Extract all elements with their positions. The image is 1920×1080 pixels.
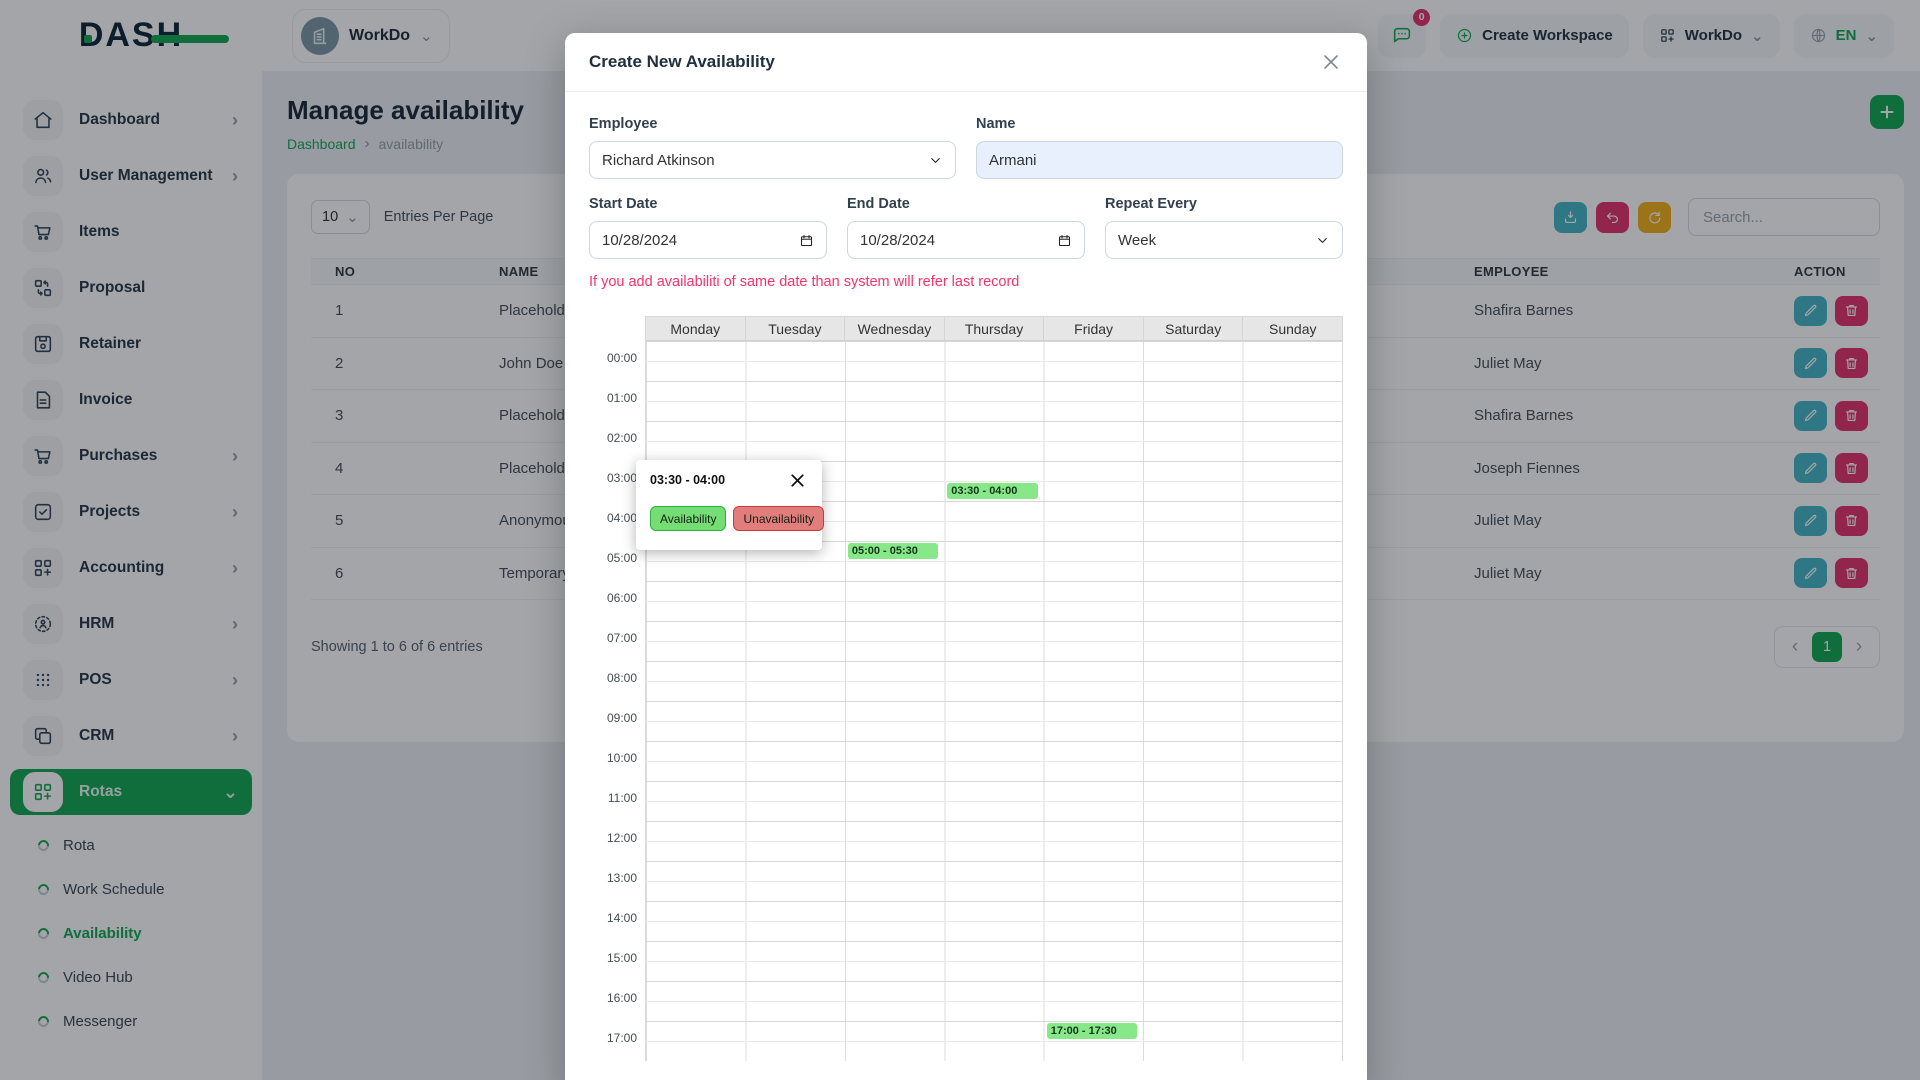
availability-calendar: 00:00 01:00 02:00 03:00 04:00 05:00 06:00 07:00…	[589, 316, 1343, 1061]
time-axis-label: 12:00	[589, 831, 637, 845]
calendar-day-headers: MondayTuesdayWednesdayThursdayFridaySatu…	[646, 317, 1342, 341]
name-input[interactable]: Armani	[976, 141, 1343, 179]
day-header-wednesday: Wednesday	[844, 317, 944, 340]
time-axis-label: 00:00	[589, 351, 637, 365]
end-date-label: End Date	[847, 196, 1085, 212]
employee-select[interactable]: Richard Atkinson	[589, 141, 956, 179]
repeat-every-select[interactable]: Week	[1105, 221, 1343, 259]
app-root: DASH WorkDo ⌄ 0 Create Workspace	[0, 0, 1920, 1080]
day-header-sunday: Sunday	[1242, 317, 1342, 340]
availability-button[interactable]: Availability	[650, 506, 726, 531]
popup-time-range: 03:30 - 04:00	[650, 473, 725, 487]
time-axis-label: 04:00	[589, 511, 637, 525]
time-axis-label: 07:00	[589, 631, 637, 645]
day-header-friday: Friday	[1043, 317, 1143, 340]
time-axis-label: 08:00	[589, 671, 637, 685]
create-availability-modal: Create New Availability Employee Richard…	[565, 33, 1367, 1080]
calendar-icon	[1057, 233, 1072, 248]
modal-close-button[interactable]	[1319, 50, 1343, 74]
calendar-event-chip[interactable]: 17:00 - 17:30	[1047, 1023, 1137, 1039]
time-axis-label: 06:00	[589, 591, 637, 605]
time-axis-label: 11:00	[589, 791, 637, 805]
start-date-input[interactable]: 10/28/2024	[589, 221, 827, 259]
slot-action-popup: 03:30 - 04:00 Availability Unavailabilit…	[636, 460, 822, 550]
name-input-value: Armani	[989, 152, 1037, 169]
chevron-down-icon	[928, 153, 943, 168]
employee-label: Employee	[589, 116, 956, 132]
calendar-time-axis: 00:00 01:00 02:00 03:00 04:00 05:00 06:00 07:00…	[589, 316, 645, 1061]
repeat-every-label: Repeat Every	[1105, 196, 1343, 212]
time-axis-label: 17:00	[589, 1031, 637, 1045]
time-axis-label: 03:00	[589, 471, 637, 485]
day-header-thursday: Thursday	[944, 317, 1044, 340]
start-date-label: Start Date	[589, 196, 827, 212]
day-header-tuesday: Tuesday	[745, 317, 845, 340]
time-axis-label: 13:00	[589, 871, 637, 885]
popup-close-icon[interactable]	[787, 470, 808, 491]
time-axis-label: 16:00	[589, 991, 637, 1005]
calendar-event-chip[interactable]: 05:00 - 05:30	[848, 543, 938, 559]
day-header-monday: Monday	[646, 317, 745, 340]
calendar-icon	[799, 233, 814, 248]
time-axis-label: 02:00	[589, 431, 637, 445]
modal-header: Create New Availability	[565, 33, 1367, 92]
end-date-value: 10/28/2024	[860, 232, 935, 249]
start-date-value: 10/28/2024	[602, 232, 677, 249]
time-axis-label: 05:00	[589, 551, 637, 565]
time-axis-label: 15:00	[589, 951, 637, 965]
repeat-every-value: Week	[1118, 232, 1156, 249]
same-date-warning: If you add availabiliti of same date tha…	[589, 274, 1343, 290]
time-axis-label: 09:00	[589, 711, 637, 725]
day-header-saturday: Saturday	[1143, 317, 1243, 340]
time-axis-label: 10:00	[589, 751, 637, 765]
name-label: Name	[976, 116, 1343, 132]
calendar-days: MondayTuesdayWednesdayThursdayFridaySatu…	[645, 316, 1343, 1061]
modal-body: Employee Richard Atkinson Name Armani St…	[565, 92, 1367, 1080]
calendar-event-chip[interactable]: 03:30 - 04:00	[947, 483, 1037, 499]
time-axis-label: 01:00	[589, 391, 637, 405]
employee-selected-value: Richard Atkinson	[602, 152, 715, 169]
time-axis-label: 14:00	[589, 911, 637, 925]
end-date-input[interactable]: 10/28/2024	[847, 221, 1085, 259]
chevron-down-icon	[1315, 233, 1330, 248]
calendar-grid[interactable]: 03:30 - 04:00 05:00 - 05:30 17:00 - 17:30	[646, 341, 1342, 1061]
modal-title: Create New Availability	[589, 52, 775, 72]
unavailability-button[interactable]: Unavailability	[733, 506, 824, 531]
